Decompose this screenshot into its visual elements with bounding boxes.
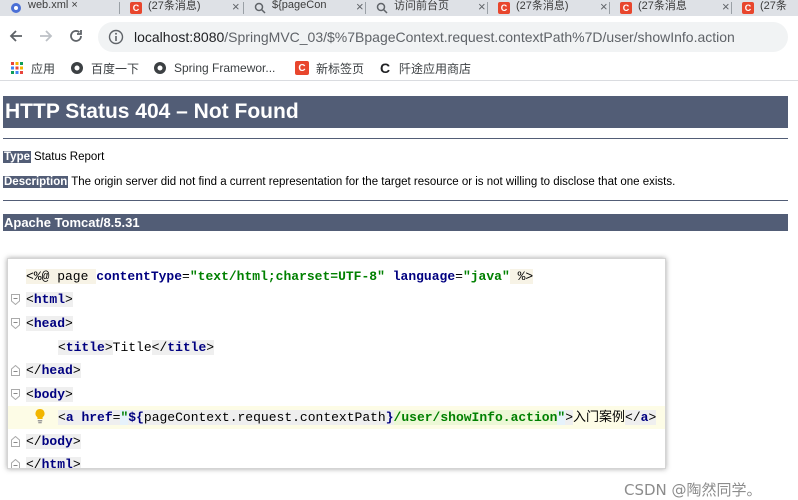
- url-text: localhost:8080/SpringMVC_03/$%7BpageCont…: [134, 29, 735, 45]
- tab-title: (27条消息: [638, 0, 687, 12]
- close-tab-icon[interactable]: ×: [600, 0, 608, 14]
- bookmark-new-tab[interactable]: C 新标签页: [295, 60, 364, 76]
- web-icon: [376, 2, 388, 14]
- server-info: Apache Tomcat/8.5.31: [3, 214, 788, 231]
- globe-icon: [153, 61, 167, 75]
- tab-title: (27条消息): [516, 0, 569, 12]
- tab-title: (27条: [760, 0, 787, 12]
- bookmark-spring[interactable]: Spring Framewor...: [153, 60, 275, 76]
- fold-marker-icon: [11, 294, 20, 305]
- divider: [3, 200, 788, 201]
- watermark: CSDN @陶然同学。: [624, 481, 762, 499]
- reload-button[interactable]: [64, 24, 88, 48]
- fold-marker-icon: [11, 389, 20, 400]
- back-button[interactable]: [4, 24, 28, 48]
- description-value: The origin server did not find a current…: [71, 176, 676, 188]
- bookmark-label: Spring Framewor...: [174, 61, 276, 75]
- code-line: <head>: [8, 312, 665, 335]
- back-arrow-icon: [9, 30, 22, 42]
- close-tab-icon[interactable]: ×: [356, 0, 364, 14]
- code-line-current: <a href="${pageContext.request.contextPa…: [8, 406, 665, 429]
- fold-marker-icon: [11, 459, 20, 468]
- globe-icon: [70, 61, 84, 75]
- apps-grid-icon: [10, 61, 24, 75]
- csdn-c-icon: C: [742, 2, 754, 14]
- csdn-c-icon: C: [295, 61, 309, 75]
- close-tab-icon[interactable]: ×: [478, 0, 486, 14]
- web-icon: [254, 2, 266, 14]
- error-title: HTTP Status 404 – Not Found: [3, 96, 788, 128]
- code-line: </html>: [8, 453, 665, 468]
- fold-marker-icon: [11, 365, 20, 376]
- browser-tab[interactable]: C (27条: [732, 0, 798, 16]
- tab-title: (27条消息): [148, 0, 201, 12]
- bookmarks-bar: 应用 百度一下 Spring Framewor... C 新标签页 C 阡途应用…: [0, 56, 798, 81]
- bookmark-apps[interactable]: 应用: [10, 60, 55, 76]
- code-line: <html>: [8, 288, 665, 311]
- forward-arrow-icon: [40, 30, 53, 42]
- browser-tab[interactable]: C (27条消息) ×: [120, 0, 244, 16]
- code-line: <body>: [8, 383, 665, 406]
- bookmark-baidu[interactable]: 百度一下: [70, 60, 139, 76]
- description-row: Description The origin server did not fin…: [3, 176, 675, 188]
- csdn-c-icon: C: [620, 2, 632, 14]
- c-logo-icon: C: [379, 60, 391, 76]
- description-label: Description: [3, 176, 69, 188]
- reload-icon: [70, 30, 82, 42]
- type-label: Type: [3, 151, 31, 163]
- browser-tab[interactable]: 访问前台页 ×: [366, 0, 488, 16]
- divider: [3, 138, 788, 139]
- tab-title: web.xml ×: [28, 0, 78, 11]
- jsp-code-snippet: <%@ page contentType="text/html;charset=…: [7, 258, 666, 469]
- fold-marker-icon: [11, 436, 20, 447]
- browser-tab[interactable]: C (27条消息 ×: [610, 0, 732, 16]
- close-tab-icon[interactable]: ×: [722, 0, 730, 14]
- code-line: </head>: [8, 359, 665, 382]
- lightbulb-icon: [35, 408, 45, 424]
- fold-marker-icon: [11, 318, 20, 329]
- csdn-c-icon: C: [130, 2, 142, 14]
- forward-button[interactable]: [34, 24, 58, 48]
- type-row: Type Status Report: [3, 151, 104, 163]
- info-icon[interactable]: [108, 29, 124, 45]
- tab-title: ${pageCon: [272, 0, 327, 11]
- web-icon: [10, 2, 22, 14]
- browser-tab[interactable]: ${pageCon ×: [244, 0, 366, 16]
- browser-toolbar: localhost:8080/SpringMVC_03/$%7BpageCont…: [0, 16, 798, 56]
- code-line: <title>Title</title>: [58, 340, 215, 355]
- tab-title: 访问前台页: [394, 0, 449, 12]
- code-line: <%@ page contentType="text/html;charset=…: [26, 269, 534, 284]
- tab-strip: web.xml × C (27条消息) × ${pageCon × 访问前台页 …: [0, 0, 798, 16]
- bookmark-label: 应用: [31, 61, 56, 76]
- bookmark-label: 百度一下: [91, 61, 140, 76]
- type-value: Status Report: [34, 151, 105, 163]
- csdn-c-icon: C: [498, 2, 510, 14]
- address-bar[interactable]: localhost:8080/SpringMVC_03/$%7BpageCont…: [98, 22, 788, 52]
- bookmark-label: 新标签页: [316, 61, 365, 76]
- close-tab-icon[interactable]: ×: [232, 0, 240, 14]
- bookmark-app-store[interactable]: C 阡途应用商店: [378, 60, 471, 76]
- bookmark-label: 阡途应用商店: [399, 61, 472, 76]
- browser-tab[interactable]: C (27条消息) ×: [488, 0, 610, 16]
- code-line: </body>: [8, 430, 665, 453]
- browser-tab[interactable]: web.xml ×: [0, 0, 120, 16]
